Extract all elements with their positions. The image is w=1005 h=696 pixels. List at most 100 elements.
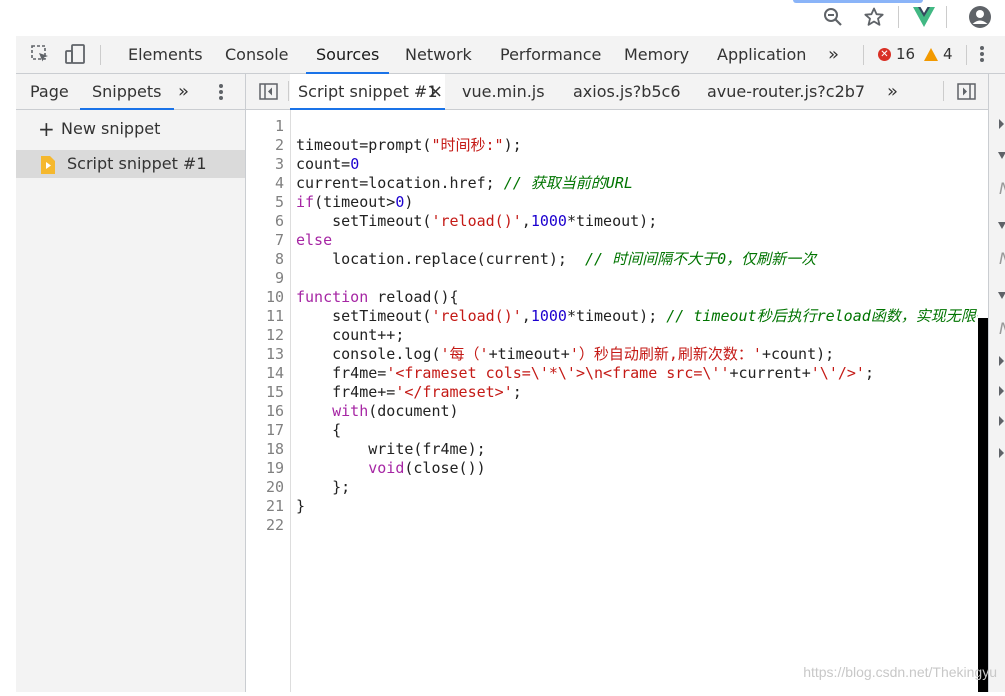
divider: [863, 45, 864, 65]
code-line[interactable]: current=location.href; // 获取当前的URL: [296, 174, 633, 193]
code-line[interactable]: count=0: [296, 155, 359, 174]
navigator-kebab-icon[interactable]: [218, 82, 224, 106]
navigator-more-button[interactable]: »: [166, 74, 201, 109]
svg-text:N: N: [999, 319, 1005, 338]
code-editor[interactable]: timeout=prompt("时间秒:"); count=0 current=lo…: [291, 110, 978, 692]
page-edge: [0, 36, 16, 692]
inspect-element-icon[interactable]: [28, 42, 52, 66]
editor-tabs: Script snippet #1 × vue.min.js axios.js?…: [246, 74, 988, 110]
line-number[interactable]: 7: [248, 231, 284, 250]
line-number[interactable]: 22: [248, 516, 284, 535]
snippet-item[interactable]: Script snippet #1: [16, 150, 245, 178]
zoom-out-icon[interactable]: [819, 4, 847, 30]
tab-memory[interactable]: Memory: [614, 36, 699, 73]
line-number[interactable]: 20: [248, 478, 284, 497]
devtools-toolbar: Elements Console Sources Network Perform…: [16, 36, 1005, 74]
line-number[interactable]: 18: [248, 440, 284, 459]
collapse-arrows-icon: N N N: [998, 119, 1005, 458]
tab-elements[interactable]: Elements: [118, 36, 213, 73]
editor-tab-axios[interactable]: axios.js?b5c6: [573, 74, 681, 109]
code-line[interactable]: void(close()): [296, 459, 485, 478]
editor-tab-avue-router[interactable]: avue-router.js?c2b7: [707, 74, 865, 109]
code-line[interactable]: setTimeout('reload()',1000*timeout); // …: [296, 307, 978, 326]
editor-more-tabs-button[interactable]: »: [887, 74, 898, 109]
tab-snippets[interactable]: Snippets: [80, 74, 174, 110]
divider: [100, 45, 101, 65]
line-number[interactable]: 2: [248, 136, 284, 155]
code-line[interactable]: timeout=prompt("时间秒:");: [296, 136, 522, 155]
snippet-label: Script snippet #1: [67, 154, 207, 173]
error-icon: ✕: [878, 48, 891, 61]
tab-performance[interactable]: Performance: [490, 36, 611, 73]
line-number[interactable]: 9: [248, 269, 284, 288]
line-number[interactable]: 19: [248, 459, 284, 478]
line-number[interactable]: 11: [248, 307, 284, 326]
code-line[interactable]: write(fr4me);: [296, 440, 485, 459]
divider: [966, 45, 967, 65]
warning-count-badge[interactable]: 4: [924, 36, 953, 73]
editor-tab-vue[interactable]: vue.min.js: [462, 74, 545, 109]
navigator-tabs: Page Snippets »: [16, 74, 245, 110]
line-number[interactable]: 14: [248, 364, 284, 383]
new-snippet-button[interactable]: + New snippet: [16, 115, 245, 143]
close-tab-icon[interactable]: ×: [428, 74, 443, 109]
more-tabs-button[interactable]: »: [818, 36, 849, 73]
line-number[interactable]: 5: [248, 193, 284, 212]
code-line[interactable]: fr4me='<frameset cols=\'*\'>\n<frame src…: [296, 364, 874, 383]
snippet-file-icon: [41, 155, 55, 183]
tab-application[interactable]: Application: [707, 36, 816, 73]
code-line[interactable]: {: [296, 421, 341, 440]
line-number[interactable]: 16: [248, 402, 284, 421]
line-number[interactable]: 21: [248, 497, 284, 516]
code-line[interactable]: else: [296, 231, 332, 250]
line-number-gutter: 1 2 3 4 5 6 7 8 9 10 11 12 13 14 15 16 17 18 19 20 21 22: [246, 110, 291, 692]
code-line[interactable]: }: [296, 497, 305, 516]
svg-text:N: N: [999, 249, 1005, 268]
browser-toolbar: [0, 0, 1005, 37]
debugger-sidebar: N N N: [988, 74, 1005, 692]
code-line[interactable]: setTimeout('reload()',1000*timeout);: [296, 212, 657, 231]
divider: [946, 6, 947, 28]
tab-sources[interactable]: Sources: [306, 36, 390, 74]
tab-console[interactable]: Console: [215, 36, 299, 73]
line-number[interactable]: 10: [248, 288, 284, 307]
star-icon[interactable]: [860, 4, 888, 30]
code-line[interactable]: count++;: [296, 326, 404, 345]
divider: [898, 6, 899, 28]
error-count: 16: [896, 45, 916, 63]
code-line[interactable]: };: [296, 478, 350, 497]
toggle-navigator-icon[interactable]: [259, 83, 278, 104]
tab-page[interactable]: Page: [18, 74, 81, 109]
line-number[interactable]: 1: [248, 117, 284, 136]
line-number[interactable]: 6: [248, 212, 284, 231]
vue-devtools-icon[interactable]: [910, 4, 938, 30]
line-number[interactable]: 15: [248, 383, 284, 402]
plus-icon: +: [38, 117, 55, 141]
code-line[interactable]: fr4me+='</frameset>';: [296, 383, 522, 402]
svg-text:N: N: [999, 179, 1005, 198]
error-count-badge[interactable]: ✕ 16: [878, 36, 915, 73]
line-number[interactable]: 13: [248, 345, 284, 364]
device-toolbar-icon[interactable]: [63, 42, 87, 66]
line-number[interactable]: 17: [248, 421, 284, 440]
code-line[interactable]: console.log('每（'+timeout+'）秒自动刷新,刷新次数：'+…: [296, 345, 834, 364]
divider: [943, 81, 944, 101]
warning-icon: [924, 48, 938, 61]
line-number[interactable]: 12: [248, 326, 284, 345]
sources-navigator: Page Snippets » + New snippet Script sni…: [16, 74, 246, 692]
line-number[interactable]: 4: [248, 174, 284, 193]
toggle-debugger-icon[interactable]: [957, 83, 976, 104]
account-icon[interactable]: [966, 4, 994, 30]
code-line[interactable]: function reload(){: [296, 288, 459, 307]
editor-tab-script-snippet[interactable]: Script snippet #1 ×: [290, 74, 445, 110]
code-line[interactable]: with(document): [296, 402, 458, 421]
loading-indicator: [793, 0, 923, 3]
kebab-menu-icon[interactable]: [974, 42, 990, 66]
overlay-strip: [978, 318, 988, 692]
code-line[interactable]: location.replace(current); // 时间间隔不大于0，仅…: [296, 250, 816, 269]
line-number[interactable]: 3: [248, 155, 284, 174]
line-number[interactable]: 8: [248, 250, 284, 269]
tab-network[interactable]: Network: [395, 36, 482, 73]
code-line[interactable]: if(timeout>0): [296, 193, 413, 212]
new-snippet-label: New snippet: [61, 119, 161, 138]
